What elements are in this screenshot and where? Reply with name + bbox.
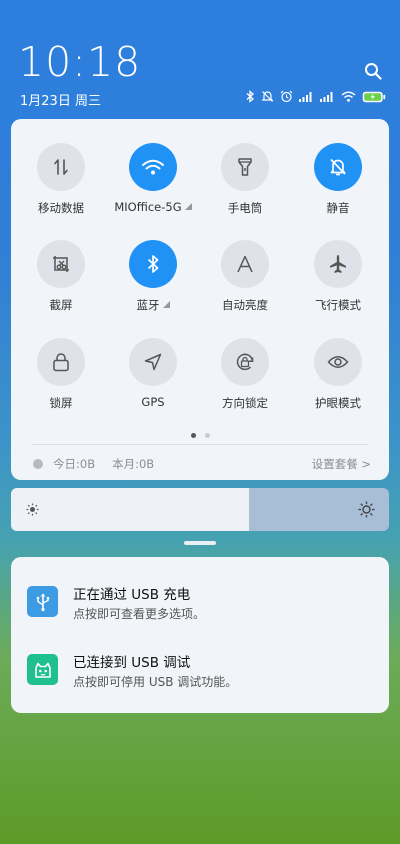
signal-icon <box>299 92 312 102</box>
mute-icon <box>330 158 346 176</box>
auto-brightness-toggle[interactable] <box>221 240 269 288</box>
lock-icon <box>53 353 69 372</box>
brightness-low-icon <box>26 503 39 516</box>
tile-label: 移动数据 <box>38 201 84 215</box>
expand-arrow-icon[interactable] <box>162 301 170 308</box>
tile-bluetooth[interactable]: 蓝牙 <box>108 240 198 313</box>
airplane-toggle[interactable] <box>314 240 362 288</box>
battery-charging-icon <box>362 91 386 102</box>
page-dot <box>204 433 210 438</box>
notification-panel: 正在通过 USB 充电 点按即可查看更多选项。 已连接到 USB 调试 点按即可… <box>11 557 389 713</box>
tile-label: 方向锁定 <box>222 396 268 410</box>
tile-mute[interactable]: 静音 <box>293 143 383 216</box>
tile-label: 蓝牙 <box>136 298 160 312</box>
gps-toggle[interactable] <box>129 338 177 386</box>
gps-icon <box>144 353 162 371</box>
clock: 10:18 <box>18 38 142 86</box>
flashlight-icon <box>238 158 252 176</box>
signal-icon <box>320 92 333 102</box>
screenshot-icon <box>53 256 69 272</box>
notification-icon <box>27 654 58 685</box>
brightness-slider[interactable] <box>11 488 389 531</box>
mobile-data-icon <box>54 159 68 175</box>
notification-icon <box>27 586 58 617</box>
data-usage-icon <box>33 459 43 469</box>
tile-eye-protection[interactable]: 护眼模式 <box>293 338 383 411</box>
tile-wifi[interactable]: MIOffice-5G <box>108 143 198 214</box>
tile-mobile-data[interactable]: 移动数据 <box>16 143 106 216</box>
wifi-icon <box>142 159 164 175</box>
brightness-fill <box>11 488 250 531</box>
screenshot-toggle[interactable] <box>37 240 85 288</box>
data-usage-row: 今日:0B 本月:0B 设置套餐 > <box>33 456 371 472</box>
mute-icon <box>261 91 274 102</box>
expand-arrow-icon[interactable] <box>184 203 192 210</box>
mobile-data-toggle[interactable] <box>37 143 85 191</box>
tile-label: GPS <box>141 395 165 409</box>
data-today: 今日:0B <box>53 457 96 471</box>
status-icons <box>245 90 386 103</box>
data-month: 本月:0B <box>112 457 155 471</box>
lock-screen-button[interactable] <box>37 338 85 386</box>
tile-label: 手电筒 <box>227 201 263 215</box>
usb-icon <box>36 593 49 611</box>
tile-gps[interactable]: GPS <box>108 338 198 409</box>
bluetooth-toggle[interactable] <box>129 240 177 288</box>
tile-label: 飞行模式 <box>315 298 361 312</box>
notification-title: 正在通过 USB 充电 <box>73 587 191 603</box>
alarm-icon <box>280 90 293 103</box>
flashlight-toggle[interactable] <box>221 143 269 191</box>
tile-label: 截屏 <box>49 298 73 312</box>
tile-flashlight[interactable]: 手电筒 <box>200 143 290 216</box>
notification-title: 已连接到 USB 调试 <box>73 655 191 671</box>
page-indicator <box>11 433 389 438</box>
drag-handle[interactable] <box>184 541 216 545</box>
page-dot <box>190 433 196 438</box>
brightness-high-icon <box>358 501 375 518</box>
divider <box>31 444 369 445</box>
tile-screenshot[interactable]: 截屏 <box>16 240 106 313</box>
tile-label: 静音 <box>326 201 350 215</box>
tile-label: MIOffice-5G <box>114 200 182 214</box>
search-icon[interactable] <box>364 62 382 80</box>
rotation-lock-toggle[interactable] <box>221 338 269 386</box>
data-plan-settings-link[interactable]: 设置套餐 > <box>312 456 371 472</box>
rotation-lock-icon <box>236 353 254 371</box>
eye-protection-toggle[interactable] <box>314 338 362 386</box>
tile-label: 护眼模式 <box>315 396 361 410</box>
tile-auto-brightness[interactable]: 自动亮度 <box>200 240 290 313</box>
notification-subtitle: 点按即可停用 USB 调试功能。 <box>73 675 238 689</box>
android-debug-icon <box>34 662 51 678</box>
date-label: 1月23日 周三 <box>20 94 101 109</box>
tile-label: 锁屏 <box>49 396 73 410</box>
wifi-icon <box>341 91 356 102</box>
tile-lock-screen[interactable]: 锁屏 <box>16 338 106 411</box>
airplane-icon <box>330 255 346 273</box>
auto-brightness-icon <box>237 255 253 273</box>
tile-rotation-lock[interactable]: 方向锁定 <box>200 338 290 411</box>
wifi-toggle[interactable] <box>129 143 177 191</box>
notification-subtitle: 点按即可查看更多选项。 <box>73 607 206 621</box>
tile-airplane-mode[interactable]: 飞行模式 <box>293 240 383 313</box>
tile-label: 自动亮度 <box>222 298 268 312</box>
bluetooth-icon <box>147 255 159 273</box>
eye-icon <box>327 356 349 368</box>
mute-toggle[interactable] <box>314 143 362 191</box>
quick-settings-panel: 移动数据 MIOffice-5G 手电筒 静音 截屏 蓝牙 自动亮度 飞行模式 … <box>11 119 389 480</box>
bluetooth-icon <box>246 90 254 103</box>
status-bar: 10:18 1月23日 周三 <box>18 38 386 109</box>
